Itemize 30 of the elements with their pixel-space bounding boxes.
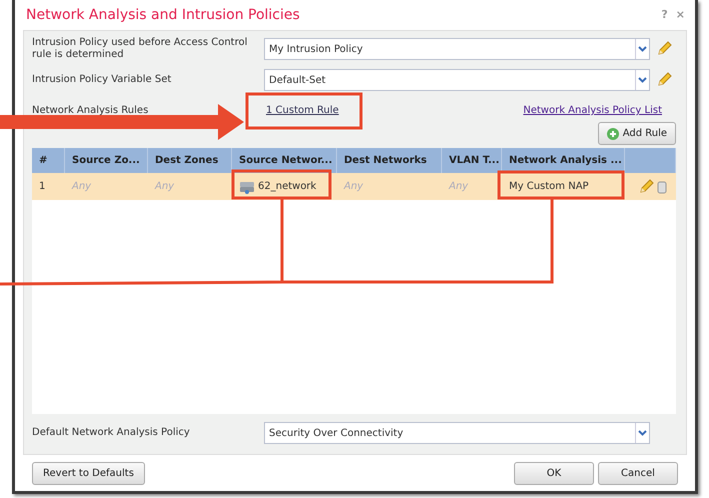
policy-select[interactable]: My Intrusion Policy	[264, 38, 650, 60]
add-rule-button[interactable]: Add Rule	[598, 122, 676, 145]
trash-icon[interactable]	[657, 180, 667, 194]
policy-list-link[interactable]: Network Analysis Policy List	[523, 103, 662, 118]
table-row[interactable]: 1 Any Any 62_network Any Any My Custom NAP	[32, 173, 676, 200]
table-cell-text: My Custom NAP	[508, 180, 590, 194]
pencil-icon[interactable]	[638, 178, 654, 194]
dropdown-icon	[638, 430, 647, 436]
field-label: Default Network Analysis Policy	[32, 427, 191, 439]
pencil-icon[interactable]	[656, 41, 672, 57]
cancel-button[interactable]: Cancel	[598, 462, 678, 485]
field-label: Intrusion Policy used before Access Control rule is determined	[32, 37, 248, 61]
policy-select[interactable]: Default-Set	[264, 69, 650, 91]
field-label: Network Analysis Rules	[32, 104, 150, 116]
table-cell-text: Any	[342, 180, 364, 194]
table-cell-text: Any	[154, 180, 176, 194]
table-cell-text: Any	[70, 180, 92, 194]
dialog-title: Network Analysis and Intrusion Policies	[26, 6, 301, 24]
pencil-icon[interactable]	[656, 72, 672, 88]
dropdown-icon	[638, 77, 647, 83]
table-cell-text: 1	[38, 180, 46, 194]
table-cell-text: Any	[448, 180, 470, 194]
policy-select[interactable]: Security Over Connectivity	[264, 422, 650, 444]
server-icon	[239, 180, 255, 194]
revert-button[interactable]: Revert to Defaults	[32, 462, 145, 485]
field-label: Intrusion Policy Variable Set	[32, 74, 172, 86]
ok-button[interactable]: OK	[514, 462, 594, 485]
add-icon	[606, 128, 619, 140]
table-cell: 62_network	[232, 179, 337, 194]
dropdown-icon	[638, 46, 647, 52]
